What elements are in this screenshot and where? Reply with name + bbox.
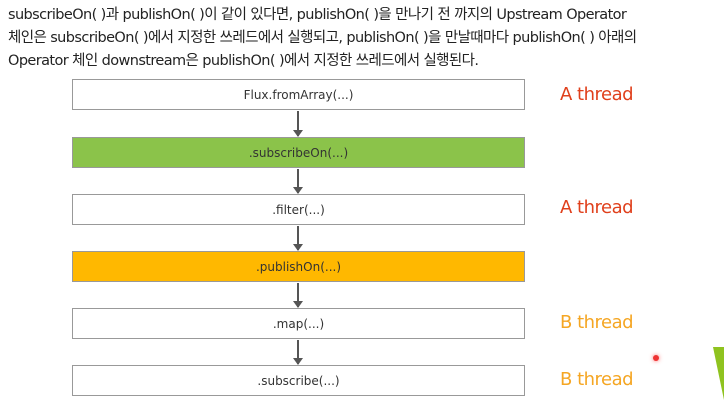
pointer-dot-icon bbox=[653, 355, 659, 361]
operator-box-filter: .filter(...) bbox=[72, 194, 525, 225]
arrow-icon bbox=[293, 226, 303, 251]
description-line: subscribeOn( )과 publishOn( )이 같이 있다면, pu… bbox=[8, 7, 627, 23]
operator-box-publishon: .publishOn(...) bbox=[72, 251, 525, 282]
description-line: 체인은 subscribeOn( )에서 지정한 쓰레드에서 실행되고, pub… bbox=[8, 30, 637, 46]
arrow-icon bbox=[293, 340, 303, 365]
operator-box-subscribe: .subscribe(...) bbox=[72, 365, 525, 396]
arrow-icon bbox=[293, 283, 303, 308]
operator-box-fromarray: Flux.fromArray(...) bbox=[72, 79, 525, 110]
thread-label-a: A thread bbox=[560, 197, 634, 218]
description: subscribeOn( )과 publishOn( )이 같이 있다면, pu… bbox=[8, 4, 724, 73]
green-triangle-icon bbox=[713, 347, 724, 400]
description-line: Operator 체인 downstream은 publishOn( )에서 지… bbox=[8, 53, 479, 69]
thread-label-a: A thread bbox=[560, 84, 634, 105]
thread-label-b: B thread bbox=[560, 312, 634, 333]
arrow-icon bbox=[293, 111, 303, 137]
thread-label-b: B thread bbox=[560, 369, 634, 390]
operator-box-map: .map(...) bbox=[72, 308, 525, 339]
arrow-icon bbox=[293, 169, 303, 194]
operator-box-subscribeon: .subscribeOn(...) bbox=[72, 137, 525, 168]
